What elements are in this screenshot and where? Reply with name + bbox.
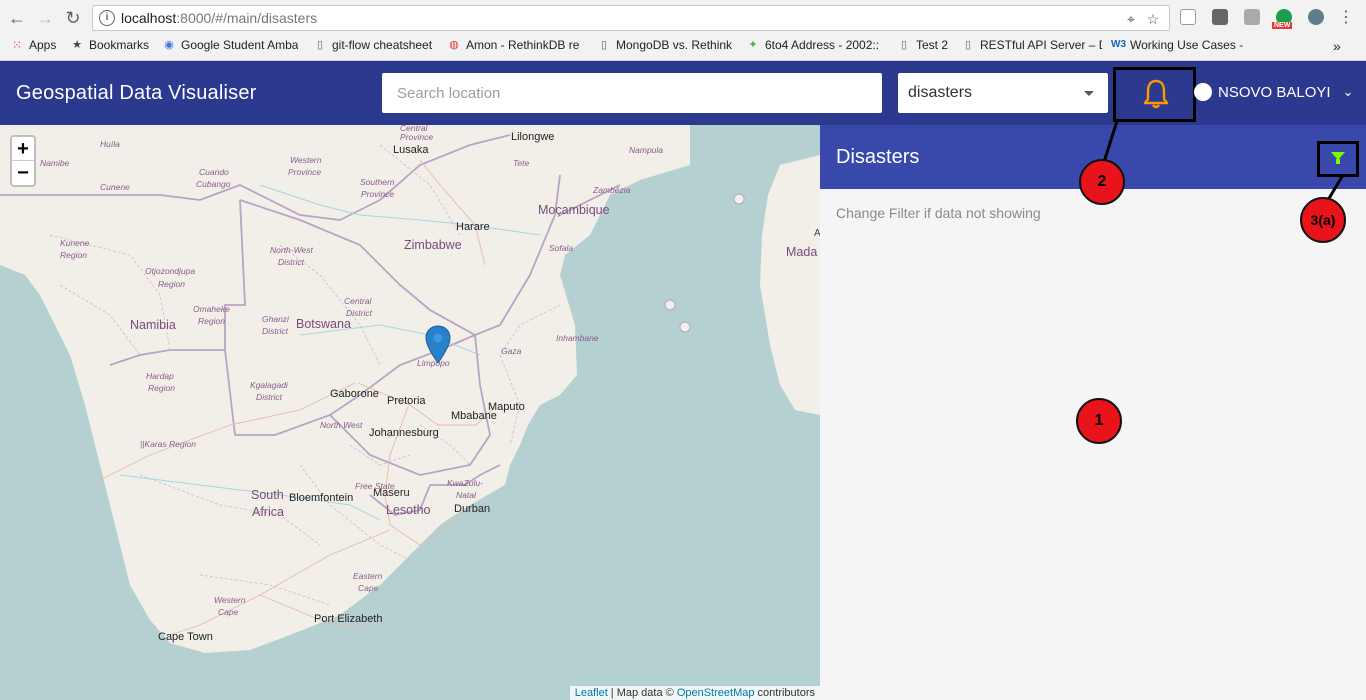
- annotation-badge-1: 1: [1076, 398, 1122, 444]
- annotation-badge-3a: 3(a): [1300, 197, 1346, 243]
- annotation-badge-2: 2: [1079, 159, 1125, 205]
- annotation-line-2: [1102, 120, 1119, 163]
- annotation-lines: [1102, 120, 1345, 201]
- annotation-line-3a: [1326, 174, 1345, 201]
